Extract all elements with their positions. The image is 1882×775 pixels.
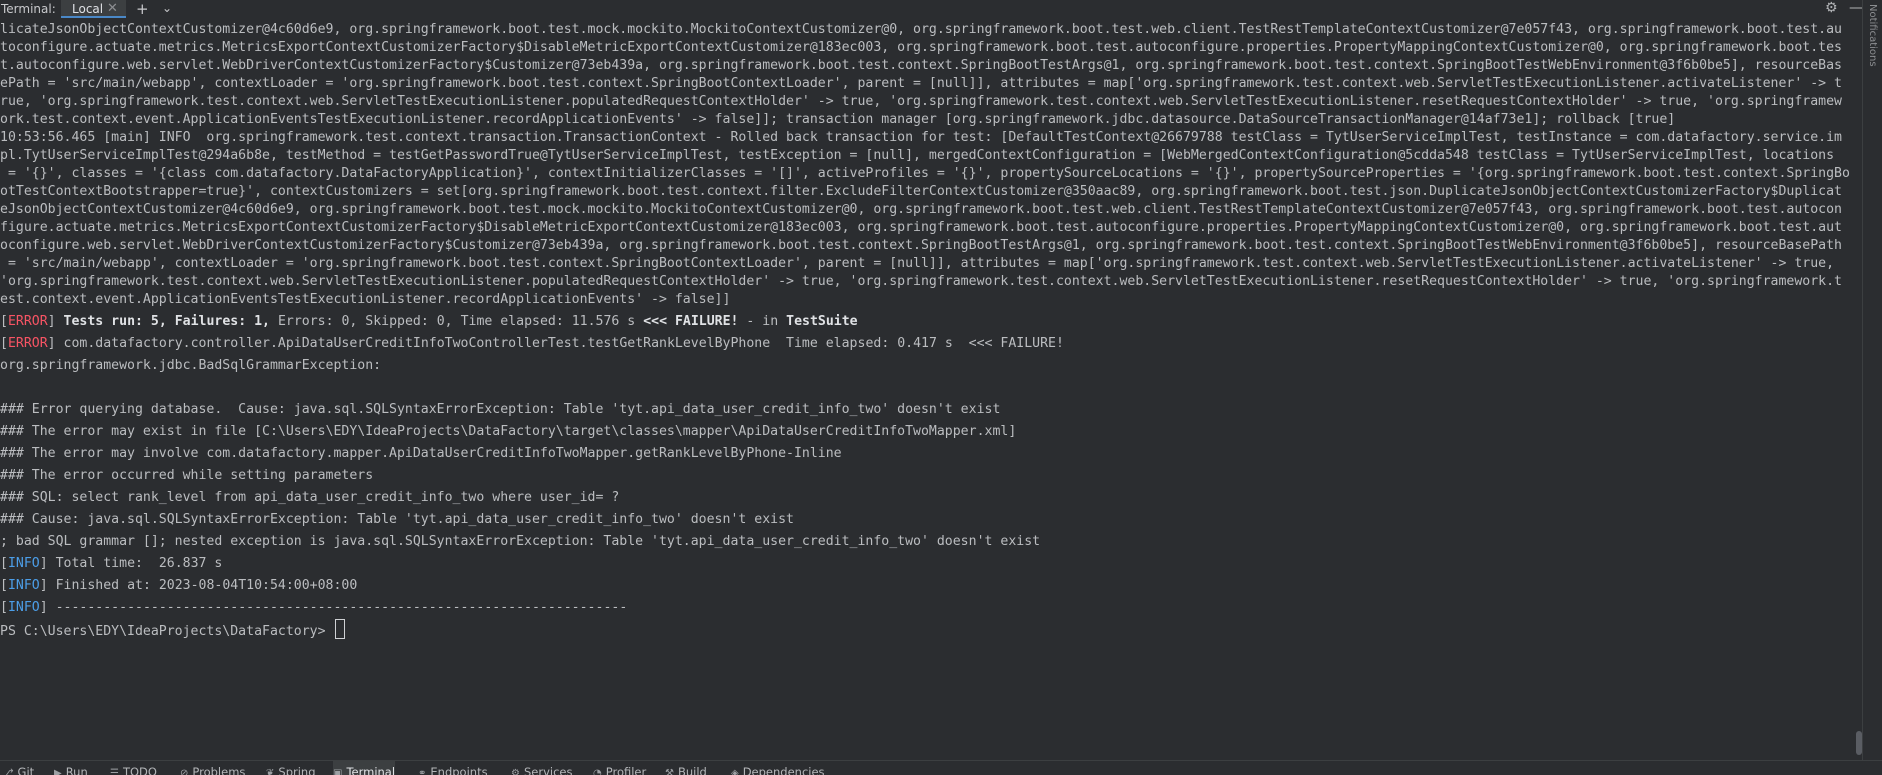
services-icon: ⚙ [511,768,520,775]
tool-todo[interactable]: ☰ TODO [110,761,157,775]
text-cursor [335,619,346,639]
tool-endpoints[interactable]: ⚭ Endpoints [418,761,488,775]
terminal-icon: ▣ [333,768,343,775]
info-tag: INFO [7,600,40,615]
error-detail-line: ### Cause: java.sql.SQLSyntaxErrorExcept… [0,512,794,527]
info-tag: INFO [7,556,40,571]
error-tag: ERROR [7,336,48,351]
prompt-line[interactable]: PS C:\Users\EDY\IdeaProjects\DataFactory… [0,619,346,641]
scrollbar-thumb[interactable] [1856,731,1862,755]
error-detail-line: ### The error may involve com.datafactor… [0,446,842,461]
tool-profiler[interactable]: ◔ Profiler [593,761,646,775]
failure-marker: <<< FAILURE! [643,314,739,329]
play-icon: ▶ [54,768,62,775]
exception-line: org.springframework.jdbc.BadSqlGrammarEx… [0,358,382,373]
chevron-down-icon[interactable]: ⌄ [162,1,172,15]
tool-dependencies[interactable]: ◈ Dependencies [731,761,825,775]
info-line: [INFO] ---------------------------------… [0,600,628,615]
tool-services[interactable]: ⚙ Services [511,761,572,775]
list-icon: ☰ [110,768,119,775]
error-detail-line: ### Error querying database. Cause: java… [0,402,1001,417]
test-summary-line: [ERROR] Tests run: 5, Failures: 1, Error… [0,314,858,329]
shell-prompt: PS C:\Users\EDY\IdeaProjects\DataFactory… [0,624,326,639]
dependencies-icon: ◈ [731,768,739,775]
failures-label: Failures: 1, [174,314,270,329]
git-branch-icon: ⎇ [2,768,14,775]
profiler-icon: ◔ [593,768,602,775]
tool-window-bar: ⎇ Git ▶ Run ☰ TODO ⊘ Problems ❦ Spring ▣ Termi… [0,760,1882,775]
tool-terminal[interactable]: ▣ Terminal [333,761,396,775]
tab-local-label: Local [72,2,104,16]
terminal-title: Terminal: [1,2,56,16]
suite-name: TestSuite [786,314,858,329]
failure-text: com.datafactory.controller.ApiDataUserCr… [63,336,1064,351]
tool-git[interactable]: ⎇ Git [2,761,34,775]
minimize-icon[interactable]: — [1849,0,1863,16]
in-label: - in [746,314,779,329]
problems-icon: ⊘ [180,768,189,775]
info-text: Finished at: 2023-08-04T10:54:00+08:00 [55,578,358,593]
tab-local[interactable]: Local ✕ [61,0,126,18]
info-text: ----------------------------------------… [55,600,628,615]
add-tab-icon[interactable]: + [136,0,149,18]
info-tag: INFO [7,578,40,593]
right-tool-strip: Notifications [1862,0,1882,760]
info-text: Total time: 26.837 s [55,556,223,571]
notifications-tab[interactable]: Notifications [1867,4,1878,67]
info-line: [INFO] Total time: 26.837 s [0,556,223,571]
error-tag: ERROR [7,314,48,329]
hammer-icon: ⚒ [665,768,674,775]
error-detail-line: ### SQL: select rank_level from api_data… [0,490,620,505]
tool-run[interactable]: ▶ Run [54,761,88,775]
tool-spring[interactable]: ❦ Spring [266,761,316,775]
gear-icon[interactable]: ⚙ [1825,0,1838,16]
summary-rest: Errors: 0, Skipped: 0, Time elapsed: 11.… [277,314,636,329]
endpoints-icon: ⚭ [418,768,427,775]
close-icon[interactable]: ✕ [107,1,118,16]
error-detail-line: ; bad SQL grammar []; nested exception i… [0,534,1041,549]
tests-run-label: Tests run: 5, [63,314,167,329]
terminal-toolbar: Terminal: Local ✕ + ⌄ ⚙ — [0,0,1882,19]
error-detail-line: ### The error may exist in file [C:\User… [0,424,1017,439]
output-line: est.context.event.ApplicationEventsTestE… [0,292,731,307]
terminal-output[interactable]: licateJsonObjectContextCustomizer@4c60d6… [0,19,1862,760]
spring-leaf-icon: ❦ [266,768,275,775]
error-detail-line: ### The error occurred while setting par… [0,468,374,483]
tool-problems[interactable]: ⊘ Problems [180,761,245,775]
info-line: [INFO] Finished at: 2023-08-04T10:54:00+… [0,578,358,593]
bracket: [ [0,314,8,329]
tool-build[interactable]: ⚒ Build [665,761,707,775]
failure-line: [ERROR] com.datafactory.controller.ApiDa… [0,336,1064,351]
